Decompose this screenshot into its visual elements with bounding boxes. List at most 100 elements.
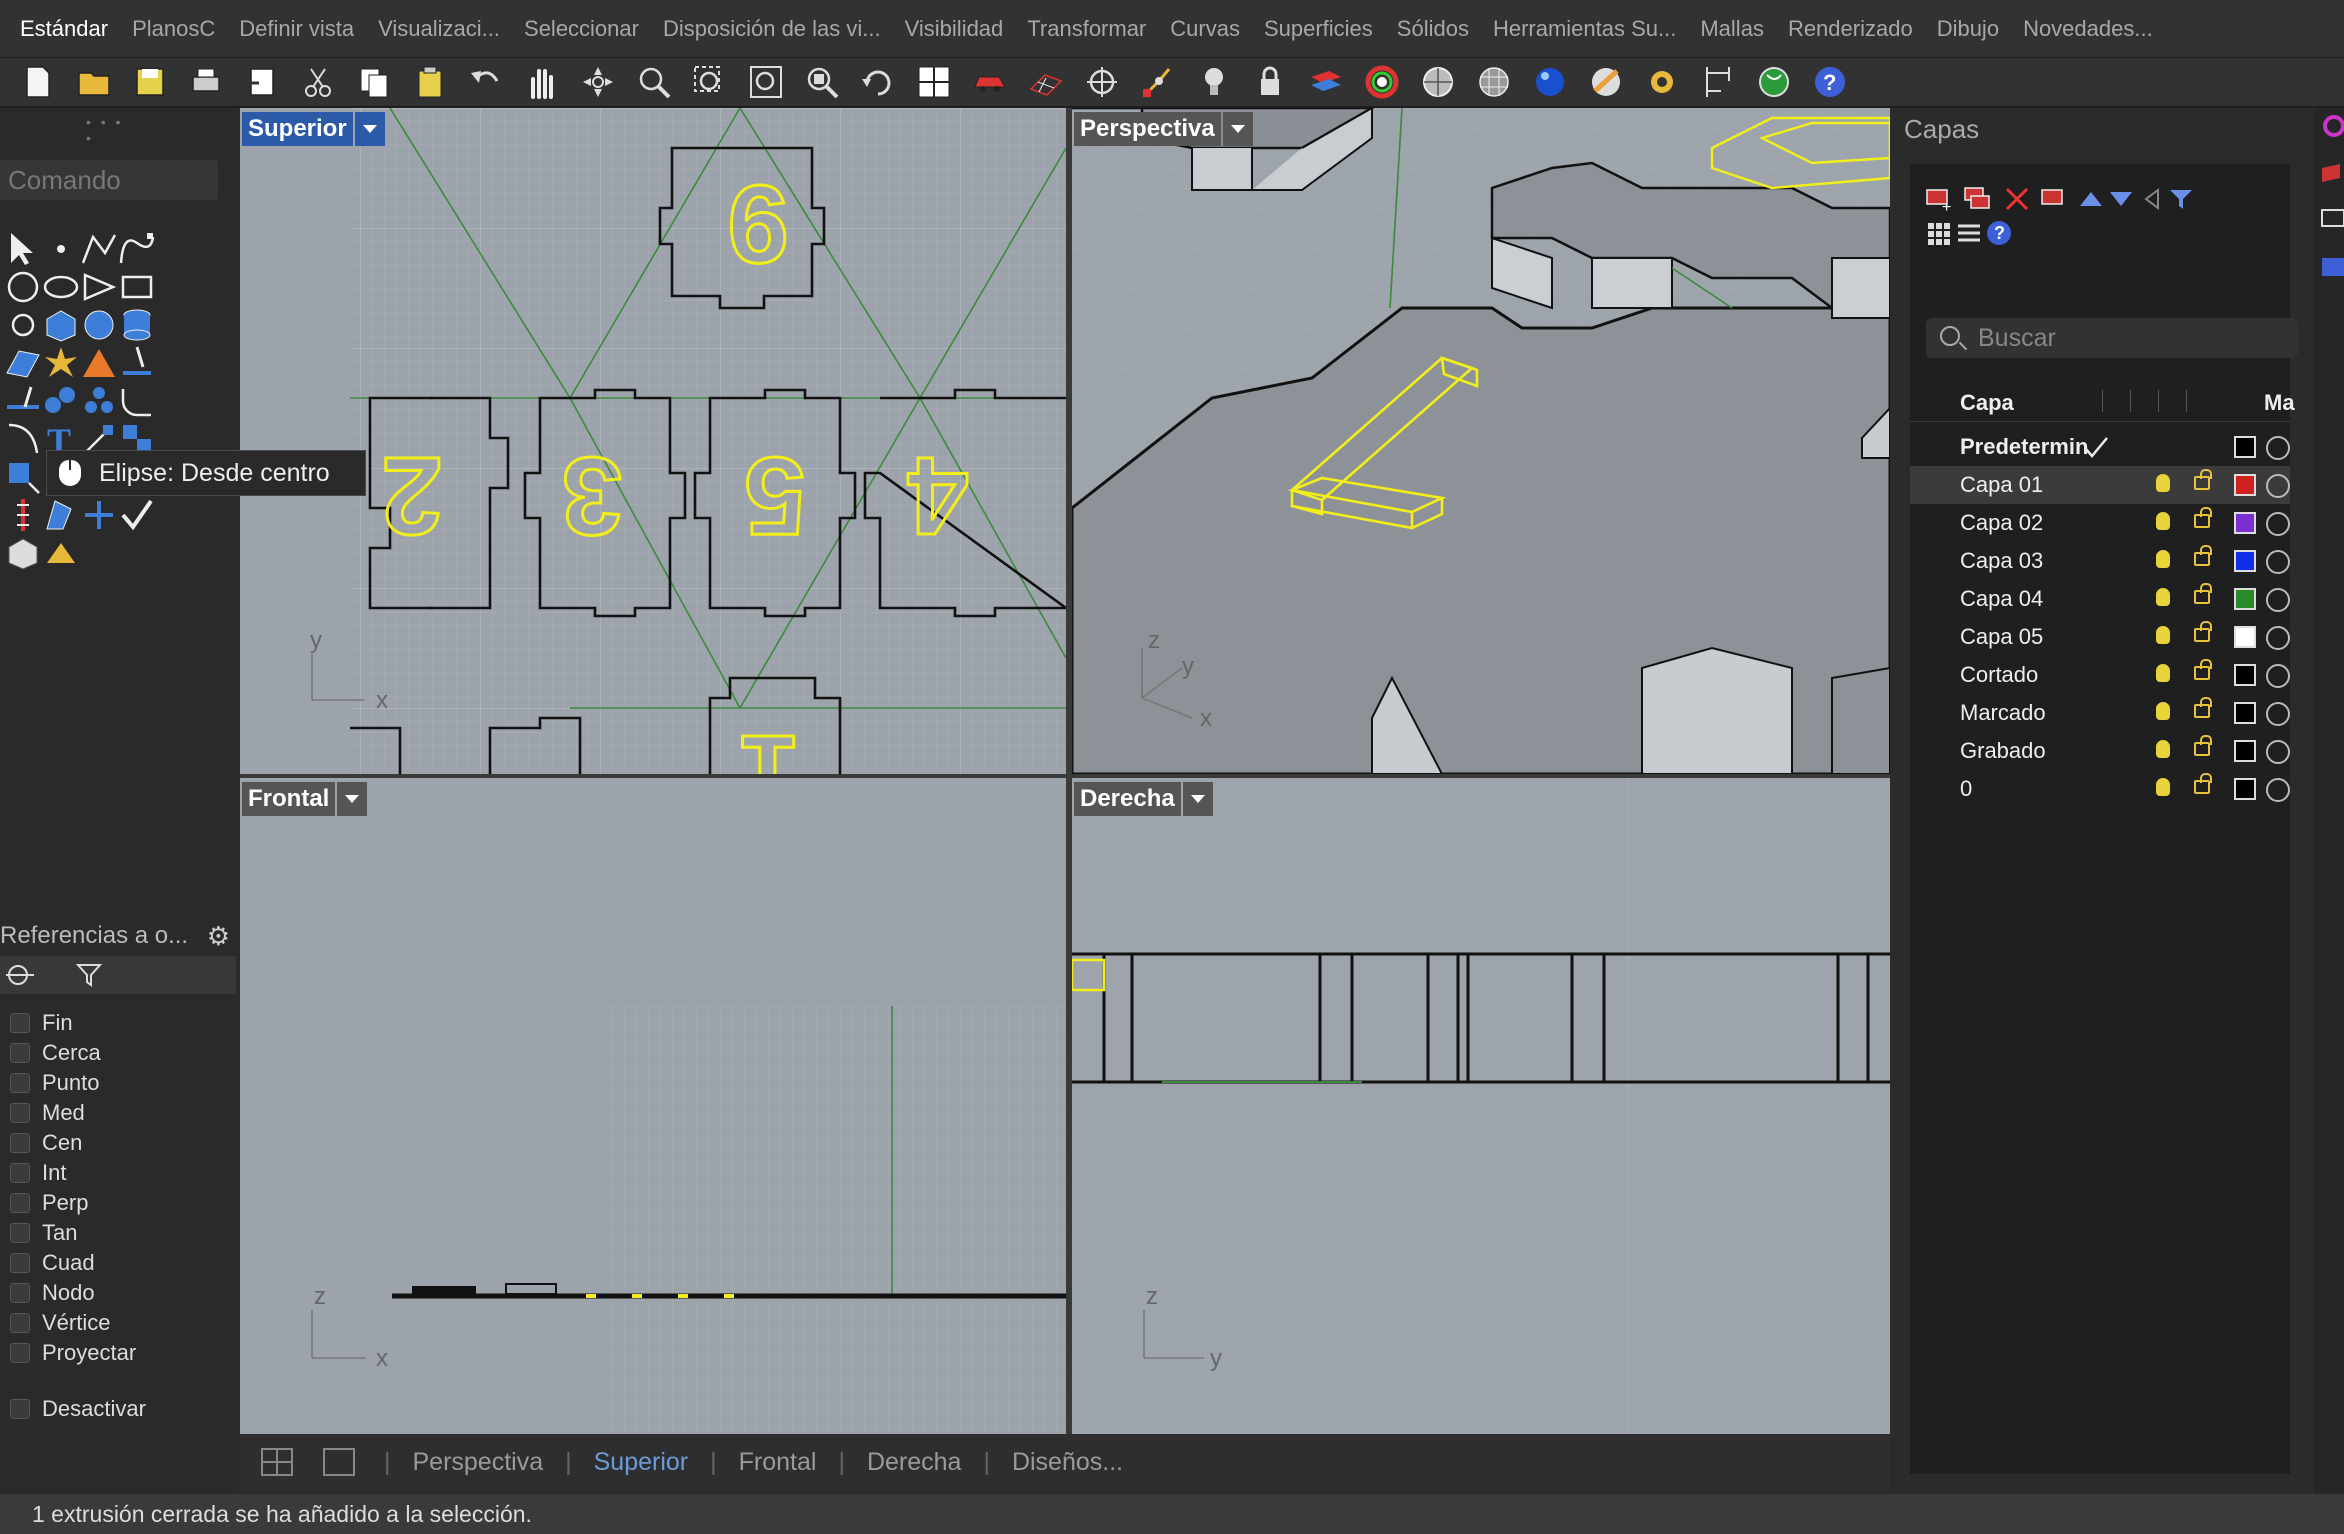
new-sublayer-icon[interactable] — [1962, 184, 1992, 214]
list-view-icon[interactable] — [1954, 218, 1984, 248]
ribbon-tab[interactable]: Transformar — [1015, 0, 1158, 58]
color-wheel-icon[interactable] — [2323, 115, 2344, 137]
osnap-option[interactable]: Vértice — [10, 1308, 110, 1338]
osnap-option[interactable]: Cen — [10, 1128, 82, 1158]
layer-name[interactable]: Capa 04 — [1960, 586, 2043, 612]
move-to-parent-icon[interactable] — [2136, 184, 2166, 214]
ribbon-tab[interactable]: PlanosC — [120, 0, 227, 58]
checkbox[interactable] — [10, 1343, 30, 1363]
grid-icon[interactable] — [1022, 60, 1070, 104]
panel-grip[interactable]: • • • • — [86, 114, 126, 146]
light-icon[interactable] — [1190, 60, 1238, 104]
layer-color-swatch[interactable] — [2234, 474, 2256, 496]
layer-color-swatch[interactable] — [2234, 588, 2256, 610]
ribbon-tab[interactable]: Disposición de las vi... — [651, 0, 893, 58]
unlocked-icon[interactable] — [2194, 545, 2212, 566]
layer-color-swatch[interactable] — [2234, 778, 2256, 800]
viewport-label-front[interactable]: Frontal — [242, 782, 368, 816]
light-bulb-icon[interactable] — [2156, 512, 2170, 530]
display-icon[interactable] — [2321, 209, 2344, 227]
layer-color-swatch[interactable] — [2234, 702, 2256, 724]
layer-row[interactable]: Capa 03 — [1910, 542, 2290, 580]
material-circle-icon[interactable] — [2266, 702, 2290, 726]
checkbox[interactable] — [10, 1313, 30, 1333]
zoom-window-icon[interactable] — [686, 60, 734, 104]
viewport-perspective[interactable]: z y x Perspectiva — [1072, 108, 1890, 774]
layer-row[interactable]: 0 — [1910, 770, 2290, 808]
layer-row[interactable]: Capa 05 — [1910, 618, 2290, 656]
light-bulb-icon[interactable] — [2156, 550, 2170, 568]
filter-icon[interactable] — [76, 962, 102, 988]
new-file-icon[interactable] — [14, 60, 62, 104]
osnap-option[interactable]: Perp — [10, 1188, 88, 1218]
light-bulb-icon[interactable] — [2156, 740, 2170, 758]
ribbon-tab[interactable]: Sólidos — [1385, 0, 1481, 58]
material-circle-icon[interactable] — [2266, 740, 2290, 764]
osnap-option[interactable]: Proyectar — [10, 1338, 136, 1368]
ribbon-tab[interactable]: Seleccionar — [512, 0, 651, 58]
ribbon-tab[interactable]: Dibujo — [1925, 0, 2011, 58]
ribbon-tab[interactable]: Curvas — [1158, 0, 1252, 58]
layer-icon[interactable] — [1302, 60, 1350, 104]
column-header-material[interactable]: Ma — [2264, 390, 2295, 416]
osnap-option[interactable]: Tan — [10, 1218, 77, 1248]
view-tab[interactable]: Superior — [572, 1448, 711, 1477]
unlocked-icon[interactable] — [2194, 469, 2212, 490]
checkbox[interactable] — [10, 1013, 30, 1033]
checkbox[interactable] — [10, 1283, 30, 1303]
unlocked-icon[interactable] — [2194, 621, 2212, 642]
material-circle-icon[interactable] — [2266, 778, 2290, 802]
osnap-disable[interactable]: Desactivar — [10, 1394, 146, 1424]
viewport-top[interactable]: 9 2 3 5 4 1 y x Superior — [240, 108, 1066, 774]
viewport-splitter-horizontal[interactable] — [240, 774, 1890, 778]
copy-icon[interactable] — [350, 60, 398, 104]
cut-icon[interactable] — [294, 60, 342, 104]
delete-icon[interactable] — [2002, 184, 2032, 214]
unlocked-icon[interactable] — [2194, 773, 2212, 794]
viewport-label-perspective[interactable]: Perspectiva — [1074, 112, 1253, 146]
checkbox[interactable] — [10, 1103, 30, 1123]
light-bulb-icon[interactable] — [2156, 588, 2170, 606]
import-icon[interactable] — [238, 60, 286, 104]
layer-row[interactable]: Marcado — [1910, 694, 2290, 732]
material-circle-icon[interactable] — [2266, 436, 2290, 460]
viewport-label-right[interactable]: Derecha — [1074, 782, 1213, 816]
four-viewports-icon[interactable] — [910, 60, 958, 104]
gumball-icon[interactable] — [1134, 60, 1182, 104]
checkbox[interactable] — [10, 1223, 30, 1243]
viewport-splitter-vertical[interactable] — [1066, 108, 1072, 1434]
checkbox[interactable] — [10, 1133, 30, 1153]
ribbon-tab[interactable]: Novedades... — [2011, 0, 2165, 58]
rotate-view-icon[interactable] — [574, 60, 622, 104]
material-icon[interactable] — [1582, 60, 1630, 104]
material-circle-icon[interactable] — [2266, 588, 2290, 612]
undo-icon[interactable] — [462, 60, 510, 104]
help-icon[interactable]: ? — [1984, 218, 2014, 248]
layer-name[interactable]: 0 — [1960, 776, 1972, 802]
move-down-icon[interactable] — [2106, 184, 2136, 214]
pan-hand-icon[interactable] — [518, 60, 566, 104]
paste-icon[interactable] — [406, 60, 454, 104]
chevron-down-icon[interactable] — [354, 112, 385, 146]
osnap-option[interactable]: Med — [10, 1098, 85, 1128]
ribbon-tab[interactable]: Estándar — [0, 0, 120, 58]
layer-icon[interactable] — [2322, 164, 2340, 182]
material-circle-icon[interactable] — [2266, 512, 2290, 536]
globe-icon[interactable] — [1750, 60, 1798, 104]
ribbon-tab[interactable]: Mallas — [1688, 0, 1776, 58]
material-circle-icon[interactable] — [2266, 626, 2290, 650]
column-header-layer[interactable]: Capa — [1960, 390, 2014, 416]
ribbon-tab[interactable]: Superficies — [1252, 0, 1385, 58]
chevron-down-icon[interactable] — [1182, 782, 1213, 816]
view-tab[interactable]: Derecha — [845, 1448, 984, 1477]
render-tool-icon[interactable] — [38, 530, 84, 576]
gear-icon[interactable]: ⚙ — [207, 916, 230, 956]
layer-color-swatch[interactable] — [2234, 626, 2256, 648]
zoom-extents-icon[interactable] — [742, 60, 790, 104]
filter-icon[interactable] — [2166, 184, 2196, 214]
layer-row[interactable]: Capa 04 — [1910, 580, 2290, 618]
checkbox[interactable] — [10, 1193, 30, 1213]
layer-name[interactable]: Capa 05 — [1960, 624, 2043, 650]
single-viewport-icon[interactable] — [322, 1447, 356, 1477]
mesh-sphere-icon[interactable] — [1470, 60, 1518, 104]
